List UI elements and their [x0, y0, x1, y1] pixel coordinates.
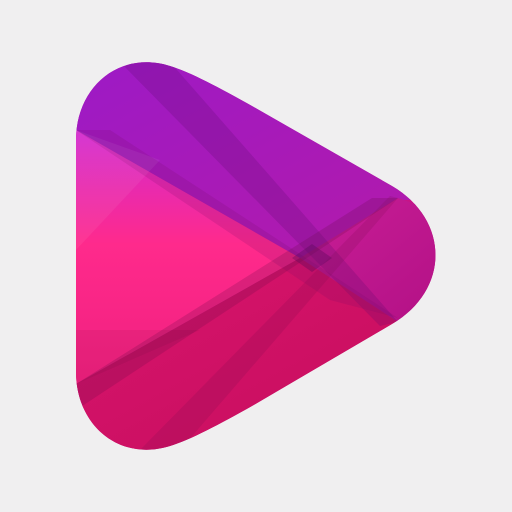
play-triangle	[76, 62, 436, 450]
play-icon	[76, 62, 436, 450]
app-icon-canvas	[0, 0, 512, 512]
